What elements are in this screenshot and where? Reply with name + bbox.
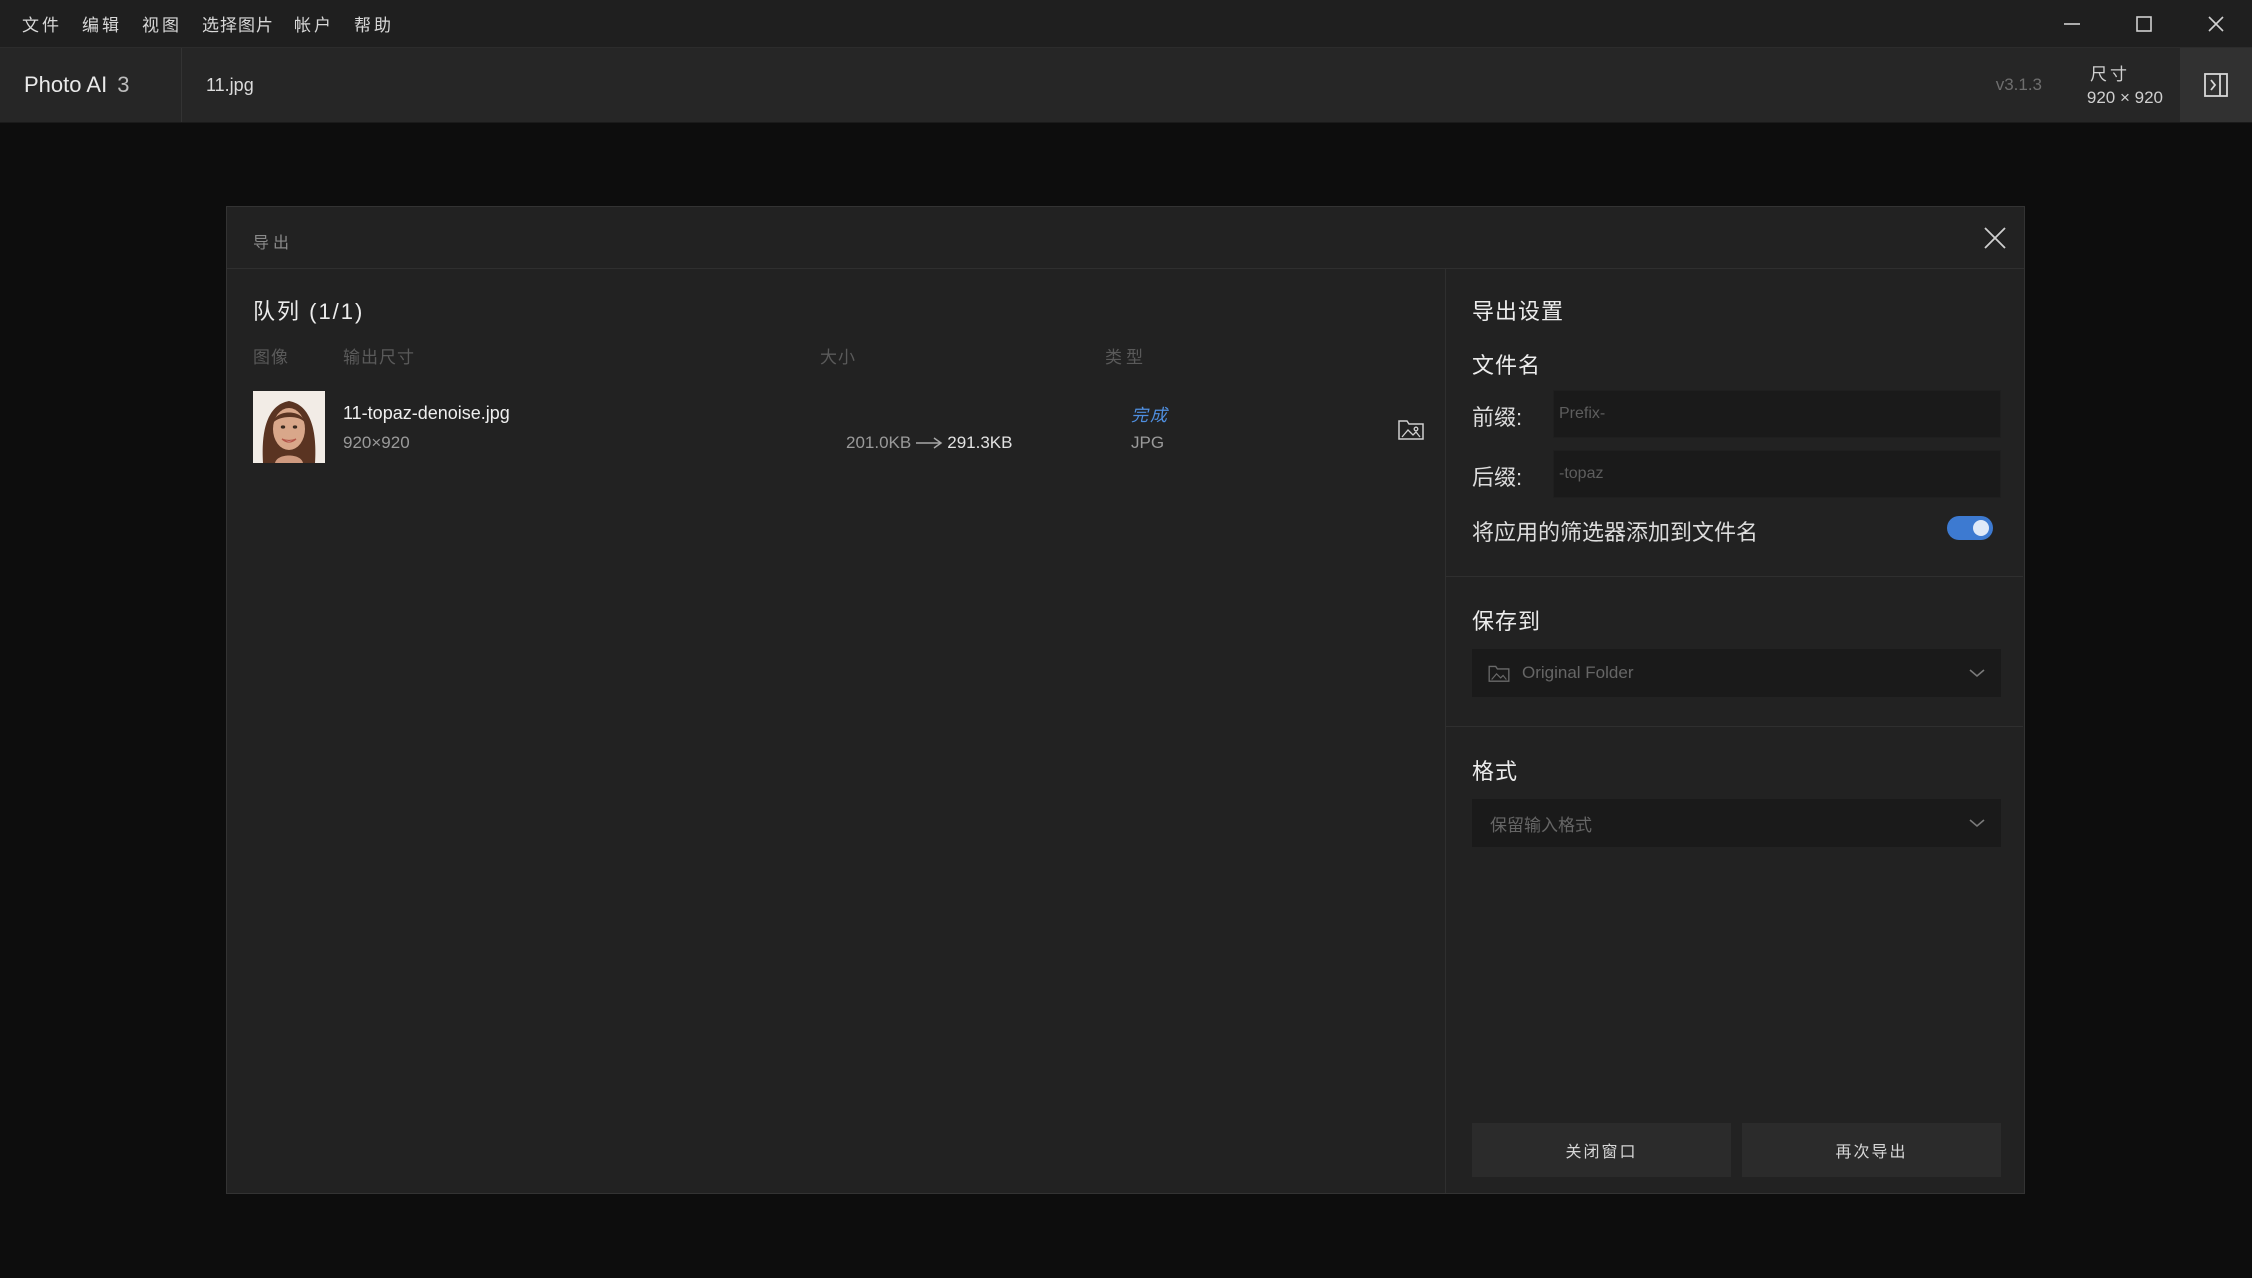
queue-pane: 队列 (1/1) 图像 输出尺寸 大小 类型 11-topaz-denoise.…	[227, 269, 1445, 1193]
size-to: 291.3KB	[947, 433, 1013, 452]
chevron-down-icon	[1969, 819, 1985, 828]
dialog-close-button[interactable]	[1976, 219, 2014, 257]
arrow-right-icon	[916, 437, 943, 449]
title-divider	[181, 48, 182, 122]
menu-edit[interactable]: 编辑	[82, 11, 122, 36]
current-file-name: 11.jpg	[206, 75, 254, 95]
image-folder-icon	[1398, 420, 1424, 440]
menu-account[interactable]: 帐户	[294, 11, 334, 36]
output-dimensions: 920×920	[343, 433, 410, 452]
title-bar: Photo AI 3 11.jpg v3.1.3 尺寸 920 × 920	[0, 48, 2252, 123]
toggle-knob	[1973, 520, 1989, 536]
export-settings-title: 导出设置	[1472, 299, 1565, 324]
close-window-text-button[interactable]: 关闭窗口	[1472, 1123, 1731, 1177]
menu-select-image[interactable]: 选择图片	[202, 11, 274, 36]
minimize-icon	[2064, 22, 2080, 25]
menu-help[interactable]: 帮助	[354, 11, 394, 36]
size-change: 201.0KB 291.3KB	[846, 433, 1012, 453]
close-icon	[1984, 227, 2006, 249]
format-heading: 格式	[1472, 759, 1519, 784]
prefix-input[interactable]	[1553, 390, 2001, 438]
dialog-title: 导出	[253, 235, 294, 252]
export-dialog: 导出 队列 (1/1) 图像 输出尺寸 大小 类型 11-topaz-denoi…	[226, 206, 2025, 1194]
image-folder-icon	[1488, 665, 1510, 682]
queue-row[interactable]: 11-topaz-denoise.jpg 920×920 201.0KB 291…	[253, 391, 1433, 465]
chevron-down-icon	[1969, 669, 1985, 678]
minimize-button[interactable]	[2036, 0, 2108, 47]
export-again-button[interactable]: 再次导出	[1742, 1123, 2001, 1177]
maximize-icon	[2136, 15, 2152, 32]
window-controls	[2036, 0, 2252, 47]
status-done: 完成	[1131, 406, 1169, 425]
menu-bar: 文件 编辑 视图 选择图片 帐户 帮助	[0, 0, 2252, 48]
panel-toggle-button[interactable]	[2180, 48, 2252, 122]
thumbnail-image	[253, 391, 325, 463]
save-to-value: Original Folder	[1522, 663, 1634, 682]
filename-heading: 文件名	[1472, 353, 1542, 378]
save-to-heading: 保存到	[1472, 609, 1542, 634]
dimensions-label: 尺寸	[2090, 65, 2130, 84]
open-folder-button[interactable]	[1395, 413, 1427, 445]
col-image: 图像	[253, 348, 289, 367]
menu-view[interactable]: 视图	[142, 11, 182, 36]
prefix-label: 前缀:	[1472, 405, 1523, 430]
app-major-version: 3	[117, 72, 130, 97]
save-to-select[interactable]: Original Folder	[1472, 649, 2001, 697]
format-select[interactable]: 保留输入格式	[1472, 799, 2001, 847]
col-size: 大小	[820, 348, 856, 367]
export-settings-pane: 导出设置 文件名 前缀: 后缀: 将应用的筛选器添加到文件名 保存到 Origi…	[1445, 269, 2024, 1193]
add-filters-label: 将应用的筛选器添加到文件名	[1472, 520, 1759, 545]
output-file-name: 11-topaz-denoise.jpg	[343, 403, 510, 423]
close-icon	[2208, 15, 2224, 32]
menu-file[interactable]: 文件	[22, 11, 62, 36]
queue-title: 队列 (1/1)	[253, 299, 365, 324]
suffix-input[interactable]	[1553, 450, 2001, 498]
col-output-size: 输出尺寸	[343, 348, 415, 367]
dialog-header: 导出	[227, 207, 2024, 269]
app-name: Photo AI 3	[24, 72, 129, 98]
app-name-text: Photo AI	[24, 72, 108, 97]
size-from: 201.0KB	[846, 433, 912, 452]
section-divider	[1446, 726, 2023, 727]
sidebar-toggle-icon	[2204, 73, 2228, 97]
close-window-button[interactable]	[2180, 0, 2252, 47]
format-value: 保留输入格式	[1490, 815, 1592, 835]
dimensions-value: 920 × 920	[2086, 88, 2163, 107]
portrait-thumbnail-icon	[253, 391, 325, 463]
file-type: JPG	[1131, 433, 1165, 452]
maximize-button[interactable]	[2108, 0, 2180, 47]
col-type: 类型	[1105, 348, 1147, 367]
add-filters-toggle[interactable]	[1947, 516, 1993, 540]
version-label: v3.1.3	[1995, 75, 2042, 94]
suffix-label: 后缀:	[1472, 465, 1523, 490]
section-divider	[1446, 576, 2023, 577]
